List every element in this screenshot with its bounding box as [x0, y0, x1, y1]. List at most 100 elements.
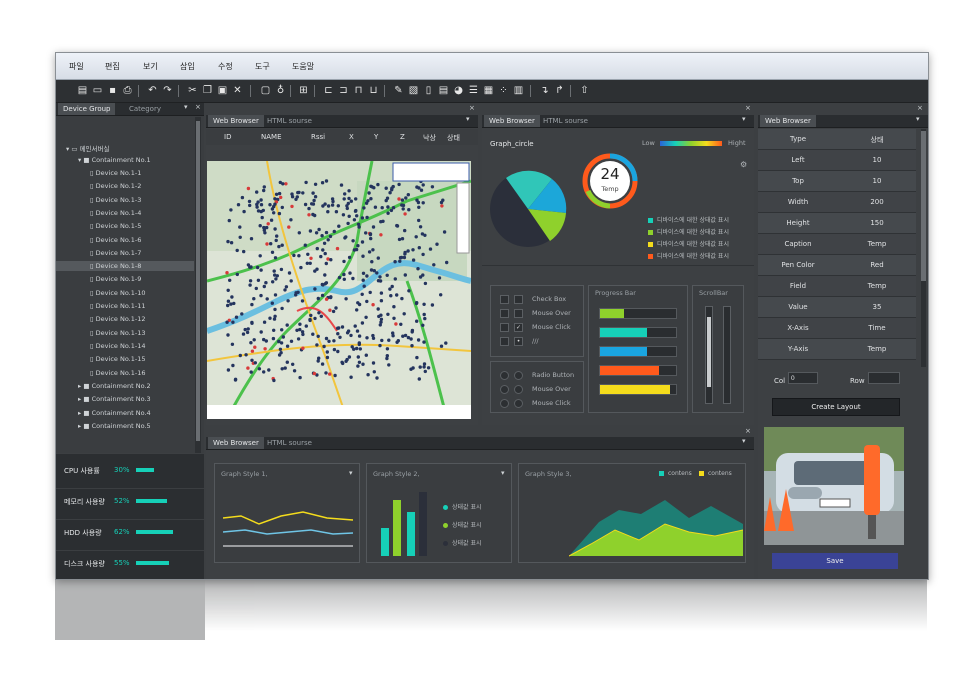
device-marker[interactable]: [393, 260, 397, 264]
device-marker[interactable]: [241, 332, 246, 336]
col-x[interactable]: X: [349, 133, 354, 141]
device-marker[interactable]: [357, 360, 362, 364]
device-marker[interactable]: [234, 315, 239, 319]
doc-icon[interactable]: ▤: [437, 84, 450, 97]
device-marker[interactable]: [347, 255, 352, 260]
property-value[interactable]: 상태: [838, 135, 916, 145]
device-marker[interactable]: [389, 208, 394, 213]
device-marker[interactable]: [289, 218, 293, 222]
properties-scrollbar[interactable]: [921, 129, 926, 367]
device-marker[interactable]: [273, 293, 278, 297]
device-marker[interactable]: [262, 320, 267, 324]
device-marker[interactable]: [290, 192, 294, 196]
device-marker[interactable]: [404, 196, 408, 200]
device-marker[interactable]: [242, 249, 246, 254]
device-marker[interactable]: [342, 272, 346, 277]
device-marker[interactable]: [356, 355, 360, 359]
tree-device-item[interactable]: ▯ Device No.1-5: [90, 222, 141, 230]
device-marker[interactable]: [280, 367, 284, 371]
device-marker[interactable]: [250, 349, 255, 353]
device-marker[interactable]: [399, 322, 403, 326]
device-marker[interactable]: [262, 228, 266, 232]
device-marker[interactable]: [421, 323, 425, 327]
device-marker[interactable]: [365, 274, 369, 278]
property-value[interactable]: 200: [838, 198, 916, 206]
device-marker[interactable]: [406, 249, 410, 253]
device-marker[interactable]: [298, 375, 302, 380]
device-marker[interactable]: [444, 341, 448, 345]
device-marker[interactable]: [301, 332, 305, 337]
device-marker[interactable]: [314, 231, 319, 235]
device-marker[interactable]: [324, 230, 329, 235]
device-marker[interactable]: [322, 344, 326, 349]
tree-containment-item[interactable]: ▸ ■ Containment No.5: [78, 422, 151, 430]
device-marker[interactable]: [315, 246, 319, 251]
device-marker[interactable]: [235, 248, 239, 253]
device-marker[interactable]: [273, 197, 277, 201]
device-marker[interactable]: [411, 258, 416, 262]
device-marker[interactable]: [398, 259, 402, 263]
device-marker[interactable]: [379, 233, 383, 237]
device-marker[interactable]: [260, 215, 264, 220]
device-marker[interactable]: [320, 282, 324, 287]
property-value[interactable]: 150: [838, 219, 916, 227]
device-marker[interactable]: [259, 198, 263, 202]
device-marker[interactable]: [369, 184, 373, 188]
checkbox[interactable]: [514, 309, 523, 318]
device-marker[interactable]: [342, 259, 346, 264]
device-marker[interactable]: [311, 332, 315, 336]
device-marker[interactable]: [351, 276, 355, 281]
tree-root[interactable]: ▾ ▭ 메인서버실: [66, 143, 109, 153]
device-marker[interactable]: [305, 261, 309, 265]
checkbox[interactable]: [500, 295, 509, 304]
device-marker[interactable]: [328, 234, 333, 239]
device-marker[interactable]: [280, 243, 284, 247]
device-marker[interactable]: [240, 312, 244, 316]
device-marker[interactable]: [349, 199, 353, 203]
device-marker[interactable]: [287, 271, 292, 275]
pencil-icon[interactable]: ✎: [392, 84, 405, 97]
device-marker[interactable]: [369, 236, 373, 241]
property-value[interactable]: 10: [838, 177, 916, 185]
device-marker[interactable]: [309, 313, 313, 318]
device-marker[interactable]: [249, 341, 253, 345]
print-icon[interactable]: ⎙: [121, 84, 134, 97]
device-marker[interactable]: [388, 191, 392, 195]
radio-button[interactable]: [514, 385, 523, 394]
device-marker[interactable]: [272, 317, 277, 321]
device-marker[interactable]: [421, 252, 425, 257]
device-marker[interactable]: [415, 319, 419, 323]
device-marker[interactable]: [325, 350, 329, 354]
device-marker[interactable]: [356, 301, 360, 305]
device-marker[interactable]: [262, 337, 266, 342]
device-marker[interactable]: [414, 301, 419, 306]
device-marker[interactable]: [284, 182, 288, 186]
device-marker[interactable]: [308, 261, 312, 265]
device-marker[interactable]: [375, 376, 379, 380]
device-marker[interactable]: [329, 295, 333, 300]
device-marker[interactable]: [266, 222, 270, 226]
device-marker[interactable]: [263, 347, 267, 351]
grid-icon[interactable]: ⊞: [297, 84, 310, 97]
menu-help[interactable]: 도움말: [292, 61, 314, 72]
device-marker[interactable]: [259, 203, 264, 207]
cut-icon[interactable]: ✂: [186, 84, 199, 97]
property-row[interactable]: Value 35: [758, 297, 916, 318]
device-marker[interactable]: [268, 316, 272, 320]
device-marker[interactable]: [287, 225, 291, 229]
tab-device-group[interactable]: Device Group: [58, 103, 116, 115]
device-marker[interactable]: [365, 336, 369, 340]
device-marker[interactable]: [439, 200, 444, 205]
device-marker[interactable]: [397, 237, 402, 242]
device-marker[interactable]: [403, 273, 407, 277]
device-marker[interactable]: [250, 358, 254, 362]
tree-device-item[interactable]: ▯ Device No.1-13: [90, 329, 146, 337]
device-marker[interactable]: [367, 250, 372, 254]
device-marker[interactable]: [337, 326, 341, 330]
device-marker[interactable]: [270, 250, 275, 254]
device-marker[interactable]: [352, 218, 357, 222]
table-icon[interactable]: ▦: [482, 84, 495, 97]
device-marker[interactable]: [351, 239, 355, 243]
chart-icon[interactable]: ▥: [512, 84, 525, 97]
device-marker[interactable]: [399, 255, 404, 260]
